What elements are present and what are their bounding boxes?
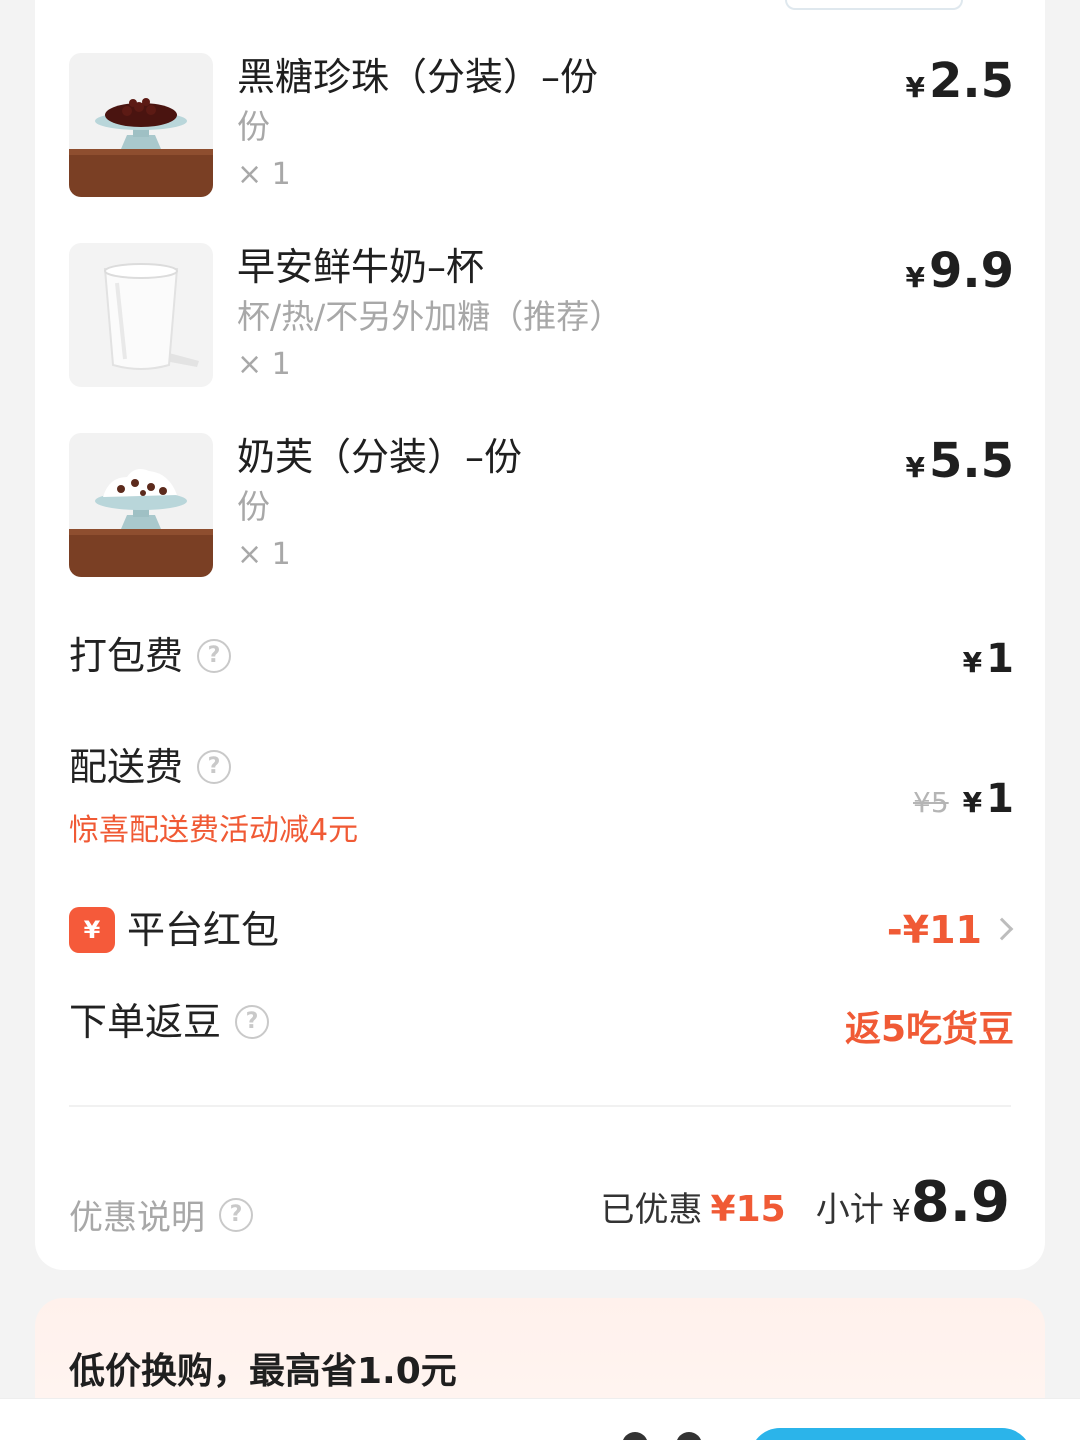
top-tab-pill[interactable] [785, 0, 963, 10]
order-summary: 已优惠 ¥15 小计 ¥ 8.9 [601, 1170, 1010, 1235]
milk-foam-image [69, 433, 213, 577]
currency-symbol: ¥ [962, 786, 983, 819]
exchange-promo-title: 低价换购，最高省1.0元 [69, 1351, 457, 1392]
red-packet-amount: -¥11 [886, 908, 982, 952]
currency-symbol: ¥ [962, 646, 983, 679]
red-packet-icon: ¥ [69, 907, 115, 953]
item-spec: 份 [237, 487, 270, 526]
fee-amount: 1 [986, 776, 1014, 822]
help-icon[interactable]: ? [197, 750, 232, 784]
saved-label: 已优惠 [600, 1190, 703, 1230]
divider [69, 1105, 1011, 1107]
packing-fee-label: 打包费 [69, 634, 184, 678]
item-spec: 杯/热/不另外加糖（推荐） [237, 297, 623, 336]
currency-symbol: ¥ [905, 71, 925, 104]
item-spec: 份 [237, 107, 270, 146]
list-item[interactable]: 奶芙（分装）–份 份 × 1 ¥ 5.5 [69, 433, 1014, 583]
item-name: 奶芙（分装）–份 [237, 435, 523, 479]
brown-sugar-pearl-image [69, 53, 213, 197]
fee-amount: 1 [986, 636, 1014, 682]
return-beans-amount: 返5吃货豆 [844, 1009, 1014, 1050]
price-value: 9.9 [928, 243, 1014, 299]
return-beans-label: 下单返豆 [69, 1000, 222, 1044]
list-item[interactable]: 黑糖珍珠（分装）–份 份 × 1 ¥ 2.5 [69, 53, 1014, 203]
list-item[interactable]: 早安鲜牛奶–杯 杯/热/不另外加糖（推荐） × 1 ¥ 9.9 [69, 243, 1014, 393]
red-packet-label: 平台红包 [127, 908, 280, 952]
order-detail-page: { "items": [ {"name": "黑糖珍珠（分装）–份", "spe… [0, 0, 1080, 1440]
item-price: ¥ 9.9 [905, 243, 1014, 299]
delivery-fee-label: 配送费 [69, 745, 184, 789]
price-value: 2.5 [928, 53, 1014, 109]
item-quantity: × 1 [237, 157, 291, 192]
subtotal-label: 小计 [815, 1190, 884, 1230]
help-icon[interactable]: ? [219, 1197, 253, 1232]
item-quantity: × 1 [237, 347, 291, 382]
item-quantity: × 1 [237, 537, 291, 572]
delivery-fee-row: 配送费 ? 惊喜配送费活动减4元 ¥5 ¥ 1 [69, 743, 1014, 853]
return-beans-row: 下单返豆 ? 返5吃货豆 [69, 998, 1014, 1050]
item-price: ¥ 2.5 [905, 53, 1014, 109]
chevron-right-icon [990, 917, 1014, 941]
red-packet-value[interactable]: -¥11 [887, 908, 1018, 952]
return-beans-value: 返5吃货豆 [845, 1000, 1014, 1052]
saved-amount: ¥15 [710, 1189, 786, 1230]
delivery-promo-text: 惊喜配送费活动减4元 [69, 813, 359, 848]
discount-info-label: 优惠说明 [69, 1198, 205, 1238]
submit-order-button[interactable] [750, 1428, 1032, 1440]
red-packet-row[interactable]: ¥ 平台红包 -¥11 [69, 906, 1014, 956]
original-fee: ¥5 [913, 786, 949, 819]
packing-fee-row: 打包费 ? ¥ 1 [69, 632, 1014, 682]
item-name: 黑糖珍珠（分装）–份 [237, 55, 599, 99]
item-name: 早安鲜牛奶–杯 [237, 245, 485, 289]
subtotal-amount: 8.9 [910, 1170, 1010, 1235]
item-price: ¥ 5.5 [905, 433, 1014, 489]
help-icon[interactable]: ? [235, 1005, 270, 1039]
packing-fee-value: ¥ 1 [963, 636, 1014, 682]
help-icon[interactable]: ? [197, 639, 232, 673]
fresh-milk-cup-image [69, 243, 213, 387]
discount-info-link[interactable]: 优惠说明 ? [69, 1190, 253, 1239]
currency-symbol: ¥ [905, 261, 925, 294]
price-value: 5.5 [928, 433, 1014, 489]
currency-symbol: ¥ [891, 1194, 911, 1229]
delivery-fee-value: ¥5 ¥ 1 [913, 776, 1014, 822]
currency-symbol: ¥ [905, 451, 925, 484]
